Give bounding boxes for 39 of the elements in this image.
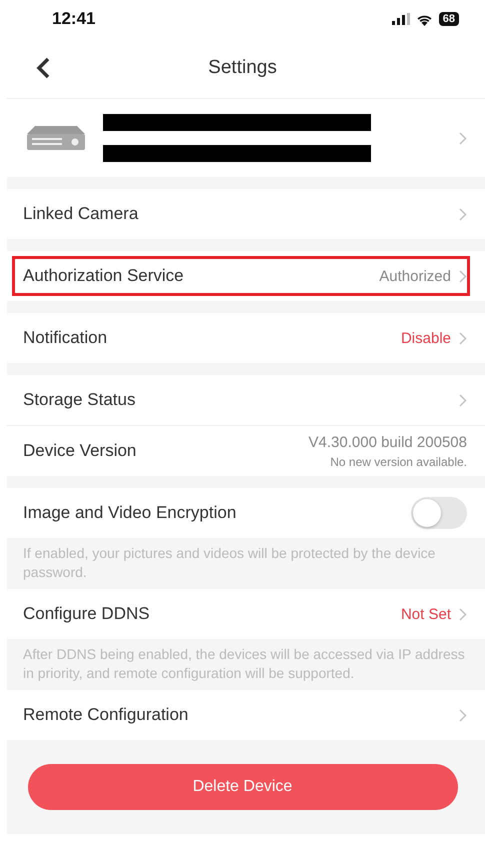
row-value: Not Set bbox=[400, 606, 451, 622]
signal-icon bbox=[392, 13, 410, 25]
settings-row[interactable]: Linked Camera bbox=[7, 189, 485, 239]
row-value: Authorized bbox=[379, 268, 451, 284]
settings-row[interactable]: Device Version V4.30.000 build 200508 No new version available. bbox=[7, 425, 485, 476]
row-label: Configure DDNS bbox=[23, 604, 151, 624]
row-label: Device Version bbox=[23, 441, 138, 461]
row-label: Linked Camera bbox=[23, 204, 140, 224]
chevron-icon bbox=[459, 608, 467, 620]
row-value: Disable bbox=[400, 330, 451, 346]
version-number: V4.30.000 build 200508 bbox=[308, 434, 467, 450]
chevron-icon bbox=[459, 270, 467, 282]
settings-row[interactable]: Image and Video Encryption bbox=[7, 488, 485, 538]
back-icon[interactable] bbox=[36, 57, 50, 79]
hint-text: After DDNS being enabled, the devices will be accessed via IP address in priority, and remote configuration will be supported. bbox=[7, 639, 485, 690]
row-label: Notification bbox=[23, 328, 108, 348]
toggle-switch[interactable] bbox=[411, 497, 467, 529]
chevron-icon bbox=[459, 394, 467, 406]
row-label: Authorization Service bbox=[23, 266, 185, 286]
row-label: Remote Configuration bbox=[23, 705, 190, 725]
chevron-icon bbox=[459, 708, 467, 722]
chevron-icon bbox=[459, 132, 467, 144]
settings-row[interactable]: Authorization Service Authorized bbox=[7, 251, 485, 301]
version-note: No new version available. bbox=[330, 454, 467, 468]
battery-level: 68 bbox=[438, 12, 459, 26]
settings-row[interactable]: Notification Disable bbox=[7, 313, 485, 363]
settings-row[interactable]: Configure DDNS Not Set bbox=[7, 589, 485, 639]
hint-text: If enabled, your pictures and videos will be protected by the device password. bbox=[7, 538, 485, 589]
page-title: Settings bbox=[208, 57, 277, 79]
row-label: Storage Status bbox=[23, 390, 136, 410]
settings-row[interactable]: Storage Status bbox=[7, 375, 485, 425]
chevron-icon bbox=[459, 332, 467, 344]
device-row[interactable] bbox=[7, 98, 485, 177]
recorder-icon bbox=[27, 126, 85, 150]
settings-row[interactable]: Remote Configuration bbox=[7, 690, 485, 740]
wifi-icon bbox=[416, 12, 433, 26]
status-time: 12:41 bbox=[52, 9, 96, 29]
chevron-icon bbox=[459, 208, 467, 220]
row-label: Image and Video Encryption bbox=[23, 503, 238, 523]
